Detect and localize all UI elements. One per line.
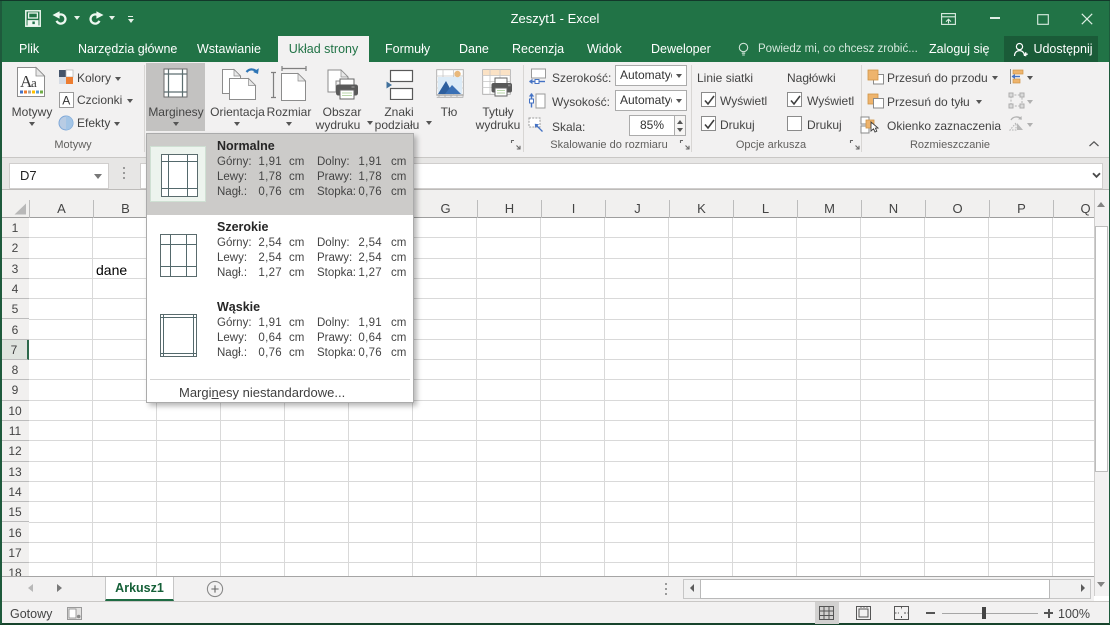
svg-text:a: a — [31, 75, 37, 90]
svg-text:A: A — [62, 94, 70, 108]
